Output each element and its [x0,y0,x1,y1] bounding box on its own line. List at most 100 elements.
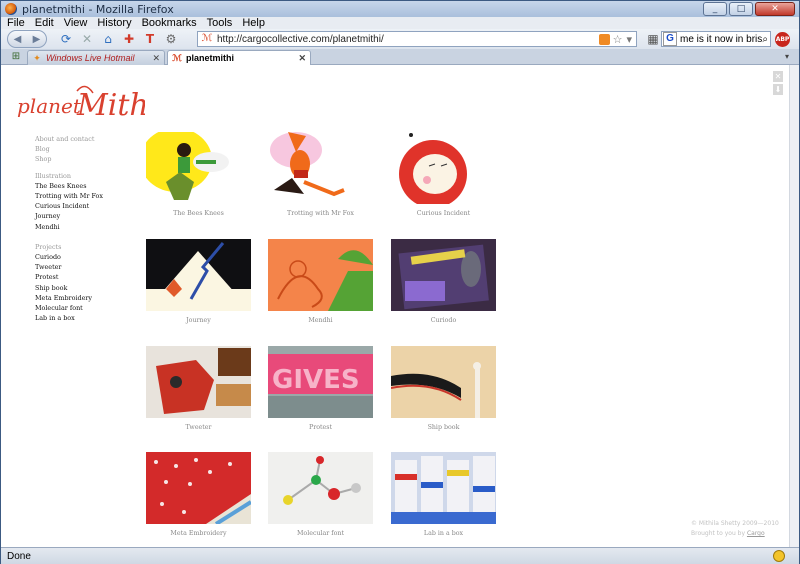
nav-mendhi[interactable]: Mendhi [35,222,103,232]
nav-about[interactable]: About and contact [35,134,103,144]
back-forward-buttons[interactable]: ◀ ▶ [7,30,47,48]
close-window-button[interactable]: ✕ [755,2,795,16]
menu-file[interactable]: File [7,17,25,29]
nav-curious-incident[interactable]: Curious Incident [35,201,103,211]
dropdown-arrow-icon[interactable]: ▾ [626,33,632,46]
back-arrow-icon[interactable]: ◀ [14,34,22,45]
nav-trotting-fox[interactable]: Trotting with Mr Fox [35,191,103,201]
search-input[interactable]: me is it now in brisbane? [677,34,762,45]
reload-icon[interactable]: ⟳ [57,30,75,48]
thumbnail-protest[interactable]: GIVES [268,346,373,418]
nav-journey[interactable]: Journey [35,211,103,221]
thumbnail-molecular-font[interactable] [268,452,373,524]
stop-icon[interactable]: ✕ [78,30,96,48]
thumbnail-curiodo[interactable] [391,239,496,311]
thumbnail-curious-incident[interactable] [391,132,496,204]
close-tab-icon[interactable]: ✕ [298,53,306,64]
close-icon[interactable]: ✕ [773,71,783,82]
footer-brought-text: Brought to you by [691,530,746,537]
sidebar-nav: About and contact Blog Shop Illustration… [35,134,103,329]
browser-window: planetmithi - Mozilla Firefox _ □ ✕ File… [0,0,800,564]
search-icon[interactable]: ⌕ [762,34,768,45]
menu-bookmarks[interactable]: Bookmarks [142,17,197,29]
nav-tweeter[interactable]: Tweeter [35,262,103,272]
caption-ship-book[interactable]: Ship book [391,424,496,431]
planetmithi-logo[interactable]: planet Mithi [15,79,145,123]
list-all-tabs-icon[interactable]: ▾ [781,52,793,62]
rss-feed-icon[interactable] [598,33,610,45]
nav-meta-embroidery[interactable]: Meta Embroidery [35,293,103,303]
caption-lab-in-a-box[interactable]: Lab in a box [391,530,496,537]
caption-meta-embroidery[interactable]: Meta Embroidery [146,530,251,537]
page-footer: © Mithila Shetty 2009—2010 Brought to yo… [691,519,779,539]
tab-bar: ⊞ ✦ Windows Live Hotmail ✕ ℳ planetmithi… [1,49,799,65]
thumbnail-bees-knees[interactable] [146,132,251,204]
google-icon[interactable]: G [663,32,677,46]
minimize-button[interactable]: _ [703,2,727,16]
web-developer-icon[interactable]: ✚ [120,30,138,48]
smiley-addon-icon[interactable] [773,550,785,562]
svg-text:Mithi: Mithi [76,88,145,123]
menu-bar: File Edit View History Bookmarks Tools H… [1,17,799,29]
menu-history[interactable]: History [97,17,131,29]
new-tab-icon[interactable]: ⊞ [9,51,23,63]
vertical-scrollbar[interactable] [789,65,799,547]
thumbnail-ship-book[interactable] [391,346,496,418]
nav-bees-knees[interactable]: The Bees Knees [35,181,103,191]
caption-curiodo[interactable]: Curiodo [391,317,496,324]
adblock-icon[interactable]: ABP [775,32,790,47]
menu-help[interactable]: Help [242,17,265,29]
menu-edit[interactable]: Edit [35,17,54,29]
thumbnail-tweeter[interactable] [146,346,251,418]
caption-protest[interactable]: Protest [268,424,373,431]
caption-molecular-font[interactable]: Molecular font [268,530,373,537]
tab-planetmithi[interactable]: ℳ planetmithi ✕ [167,50,311,65]
windows-live-icon: ✦ [33,53,41,63]
tab-hotmail[interactable]: ✦ Windows Live Hotmail ✕ [27,50,165,65]
forward-arrow-icon[interactable]: ▶ [33,34,41,45]
status-bar: Done [1,547,799,564]
menu-view[interactable]: View [64,17,88,29]
nav-shop[interactable]: Shop [35,154,103,164]
nav-curiodo[interactable]: Curiodo [35,252,103,262]
home-icon[interactable]: ⌂ [99,30,117,48]
nav-lab-in-a-box[interactable]: Lab in a box [35,313,103,323]
footer-credit: Brought to you by Cargo [691,529,779,539]
thumbnail-trotting-fox[interactable] [268,132,373,204]
caption-curious-incident[interactable]: Curious Incident [391,210,496,217]
svg-text:planet: planet [17,94,82,118]
settings-gear-icon[interactable]: ⚙ [162,30,180,48]
thumbnail-meta-embroidery[interactable] [146,452,251,524]
thumbnail-mendhi[interactable] [268,239,373,311]
nav-protest[interactable]: Protest [35,272,103,282]
caption-mendhi[interactable]: Mendhi [268,317,373,324]
text-tool-icon[interactable]: T [141,30,159,48]
nav-molecular-font[interactable]: Molecular font [35,303,103,313]
menu-tools[interactable]: Tools [207,17,233,29]
address-bar[interactable]: ℳ http://cargocollective.com/planetmithi… [197,31,637,47]
caption-trotting-fox[interactable]: Trotting with Mr Fox [268,210,373,217]
caption-journey[interactable]: Journey [146,317,251,324]
bookmark-star-icon[interactable]: ☆ [613,33,623,46]
caption-bees-knees[interactable]: The Bees Knees [146,210,251,217]
nav-ship-book[interactable]: Ship book [35,283,103,293]
thumbnail-lab-in-a-box[interactable] [391,452,496,524]
thumbnail-journey[interactable] [146,239,251,311]
footer-copyright: © Mithila Shetty 2009—2010 [691,520,779,527]
projects-heading: Projects [35,242,62,251]
search-box[interactable]: G me is it now in brisbane? ⌕ [661,31,771,47]
caption-tweeter[interactable]: Tweeter [146,424,251,431]
cargo-link[interactable]: Cargo [747,530,765,537]
maximize-button[interactable]: □ [729,2,753,16]
status-text: Done [7,550,31,562]
window-title: planetmithi - Mozilla Firefox [22,2,174,16]
svg-text:GIVES: GIVES [272,365,360,395]
page-side-controls: ✕ ⬇ [773,71,783,97]
tab-label: planetmithi [186,53,235,63]
url-text[interactable]: http://cargocollective.com/planetmithi/ [217,34,599,45]
extension-icon[interactable]: ▦ [644,30,662,48]
nav-blog[interactable]: Blog [35,144,103,154]
firefox-icon [5,3,17,15]
close-tab-icon[interactable]: ✕ [152,53,160,64]
arrow-down-icon[interactable]: ⬇ [773,84,783,95]
